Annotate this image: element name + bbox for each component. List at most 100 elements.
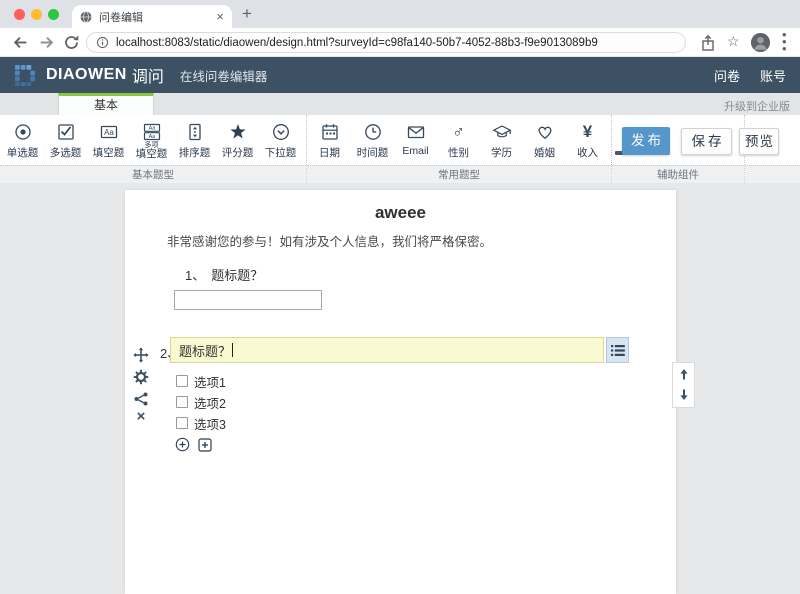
tool-time-question[interactable]: 时间题 (351, 117, 394, 163)
app-subtitle: 在线问卷编辑器 (180, 66, 268, 85)
tool-dropdown-question[interactable]: 下拉题 (259, 117, 302, 163)
tool-income-question[interactable]: ¥ 收入 (566, 117, 609, 163)
multi-fill-blank-icon: Aa Aa (142, 122, 162, 142)
tool-gender-question[interactable]: ♂ 性别 (437, 117, 480, 163)
move-question-icon[interactable] (133, 347, 149, 363)
info-icon[interactable] (96, 36, 109, 49)
question-type-toolbar: 单选题 多选题 Aa 填空题 (0, 115, 800, 183)
new-tab-button[interactable]: + (242, 4, 252, 24)
calendar-icon (320, 122, 340, 142)
move-question-down-button[interactable] (678, 388, 690, 402)
question-settings-gear-icon[interactable] (133, 369, 149, 385)
bookmark-star-icon[interactable]: ☆ (727, 33, 740, 50)
preview-button[interactable]: 预览 (739, 128, 779, 155)
question2-options-menu-button[interactable] (606, 337, 629, 363)
svg-text:Aa: Aa (104, 128, 114, 137)
browser-tab[interactable]: 问卷编辑 × (72, 5, 232, 28)
yuan-icon: ¥ (583, 122, 592, 142)
question-logic-share-icon[interactable] (133, 391, 149, 407)
survey-description[interactable]: 非常感谢您的参与！如有涉及个人信息，我们将严格保密。 (167, 231, 492, 250)
delete-question-icon[interactable]: × (133, 410, 149, 426)
tool-email-question[interactable]: Email (394, 117, 437, 163)
sort-icon (185, 122, 205, 142)
fill-blank-icon: Aa (99, 122, 119, 142)
diaowen-logo (14, 64, 37, 87)
publish-button[interactable]: 发布 (622, 127, 670, 155)
arrow-down-icon (678, 388, 690, 401)
tool-score-question[interactable]: 评分题 (216, 117, 259, 163)
question1-title-row[interactable]: 1、题标题？ (185, 265, 263, 284)
tool-sort-question[interactable]: 排序题 (173, 117, 216, 163)
tab-title: 问卷编辑 (99, 9, 216, 25)
tool-marriage-question[interactable]: 婚姻 (523, 117, 566, 163)
nav-survey-link[interactable]: 问卷 (714, 66, 740, 85)
url-text: localhost:8083/static/diaowen/design.htm… (116, 37, 598, 49)
globe-favicon-icon (80, 11, 92, 23)
svg-text:Aa: Aa (148, 126, 156, 132)
editor-tab-strip: 基本 升级到企业版 (0, 93, 800, 115)
tool-education-question[interactable]: 学历 (480, 117, 523, 163)
svg-text:Aa: Aa (148, 134, 156, 140)
section-label-basic: 基本题型 (0, 165, 306, 183)
upgrade-enterprise-link[interactable]: 升级到企业版 (724, 98, 790, 114)
reload-icon[interactable] (63, 34, 80, 51)
heart-icon (535, 122, 555, 142)
option-label[interactable]: 选项3 (194, 414, 226, 433)
survey-title[interactable]: aweee (125, 203, 676, 223)
envelope-icon (406, 122, 426, 142)
tool-radio-question[interactable]: 单选题 (1, 117, 44, 163)
clock-icon (363, 122, 383, 142)
tool-fill-blank-question[interactable]: Aa 填空题 (87, 117, 130, 163)
question1-answer-input[interactable] (174, 290, 322, 310)
question1-title: 题标题？ (211, 268, 263, 283)
back-icon[interactable] (12, 34, 29, 51)
option-label[interactable]: 选项2 (194, 393, 226, 412)
text-caret (232, 343, 233, 357)
forward-icon[interactable] (38, 34, 55, 51)
question2-title-editor[interactable]: 题标题？ (170, 337, 604, 363)
tool-multi-fill-blank-question[interactable]: Aa Aa 多项 填空题 (130, 117, 173, 163)
question2-title: 题标题？ (179, 341, 231, 360)
question2-option-row: 选项2 (176, 395, 226, 409)
survey-canvas: aweee 非常感谢您的参与！如有涉及个人信息，我们将严格保密。 1、题标题？ (125, 190, 676, 594)
section-label-common: 常用题型 (307, 165, 611, 183)
checkbox-icon (56, 122, 76, 142)
question2-option-row: 选项1 (176, 374, 226, 388)
editor-main-area: aweee 非常感谢您的参与！如有涉及个人信息，我们将严格保密。 1、题标题？ (0, 183, 800, 594)
browser-navbar: localhost:8083/static/diaowen/design.htm… (0, 28, 800, 57)
question2-option-row: 选项3 (176, 416, 226, 430)
graduation-cap-icon (492, 122, 512, 142)
share-icon[interactable] (700, 34, 716, 52)
batch-add-option-button[interactable] (198, 438, 212, 452)
url-bar[interactable]: localhost:8083/static/diaowen/design.htm… (86, 32, 686, 53)
browser-menu-icon[interactable]: ••• (782, 31, 786, 52)
brand-name: DIAOWEN (46, 66, 127, 84)
toolbar-group-basic: 单选题 多选题 Aa 填空题 (0, 115, 307, 183)
brand-name-cn: 调问 (132, 63, 164, 87)
add-option-button[interactable] (175, 437, 190, 452)
option-checkbox[interactable] (176, 396, 188, 408)
close-window-button[interactable] (14, 9, 25, 20)
option-checkbox[interactable] (176, 375, 188, 387)
star-icon (228, 122, 248, 142)
browser-tab-strip: 问卷编辑 × + (0, 0, 800, 28)
profile-avatar[interactable] (750, 32, 771, 53)
tool-checkbox-question[interactable]: 多选题 (44, 117, 87, 163)
list-icon (611, 344, 625, 357)
save-button[interactable]: 保存 (681, 128, 732, 155)
tab-close-icon[interactable]: × (216, 10, 224, 23)
tab-basic[interactable]: 基本 (58, 93, 154, 115)
section-label-aux: 辅助组件 (612, 165, 744, 183)
minimize-window-button[interactable] (31, 9, 42, 20)
question-reorder-panel (672, 362, 695, 408)
nav-account-link[interactable]: 账号 (760, 66, 786, 85)
option-label[interactable]: 选项1 (194, 372, 226, 391)
app-header: DIAOWEN 调问 在线问卷编辑器 问卷 账号 (0, 57, 800, 93)
zoom-window-button[interactable] (48, 9, 59, 20)
toolbar-group-common: 日期 时间题 Email (307, 115, 612, 183)
option-checkbox[interactable] (176, 417, 188, 429)
male-icon: ♂ (452, 122, 465, 142)
question1-number: 1、 (185, 268, 205, 283)
move-question-up-button[interactable] (678, 368, 690, 382)
tool-date-question[interactable]: 日期 (308, 117, 351, 163)
